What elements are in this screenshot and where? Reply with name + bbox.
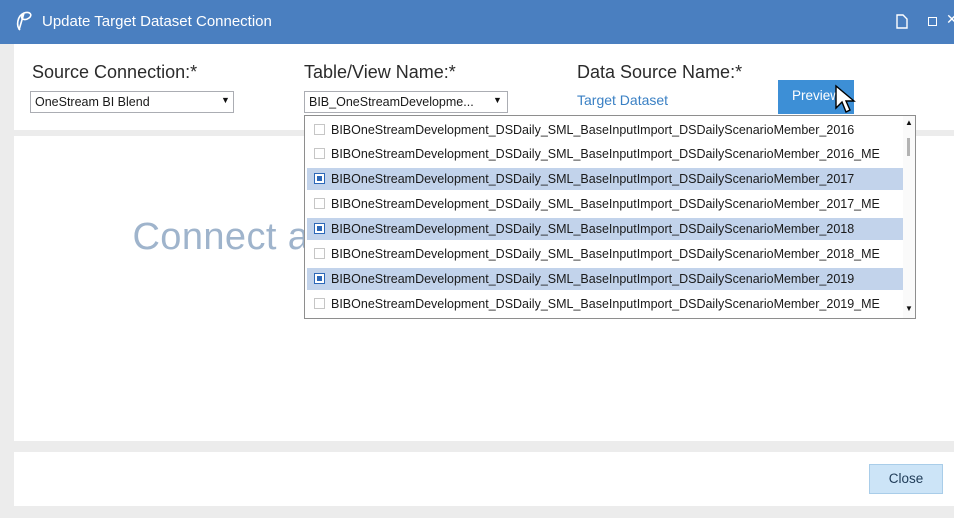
maximize-icon[interactable] <box>928 17 937 26</box>
checkbox[interactable] <box>314 223 325 234</box>
scroll-down-arrow-icon[interactable]: ▼ <box>905 304 913 313</box>
list-item-label: BIBOneStreamDevelopment_DSDaily_SML_Base… <box>331 123 855 137</box>
list-item[interactable]: BIBOneStreamDevelopment_DSDaily_SML_Base… <box>307 119 903 141</box>
title-bar: Update Target Dataset Connection ✕ <box>0 0 954 44</box>
data-source-value[interactable]: Target Dataset <box>577 92 668 108</box>
list-item[interactable]: BIBOneStreamDevelopment_DSDaily_SML_Base… <box>307 193 903 215</box>
close-icon[interactable]: ✕ <box>946 11 954 28</box>
scrollbar-thumb[interactable] <box>907 138 910 156</box>
scroll-up-arrow-icon[interactable]: ▲ <box>905 118 913 127</box>
list-item-label: BIBOneStreamDevelopment_DSDaily_SML_Base… <box>331 147 880 161</box>
checkbox[interactable] <box>314 273 325 284</box>
source-connection-value: OneStream BI Blend <box>35 95 150 109</box>
checkbox[interactable] <box>314 248 325 259</box>
checkbox[interactable] <box>314 198 325 209</box>
onestream-logo-icon <box>16 11 32 31</box>
list-item[interactable]: BIBOneStreamDevelopment_DSDaily_SML_Base… <box>307 168 903 190</box>
list-item[interactable]: BIBOneStreamDevelopment_DSDaily_SML_Base… <box>307 143 903 165</box>
list-item-label: BIBOneStreamDevelopment_DSDaily_SML_Base… <box>331 197 880 211</box>
source-connection-select[interactable]: OneStream BI Blend ▼ <box>30 91 234 113</box>
preview-button-label: Preview <box>792 88 841 103</box>
scrollbar[interactable]: ▲ ▼ <box>903 116 915 318</box>
checkbox[interactable] <box>314 173 325 184</box>
checkbox[interactable] <box>314 124 325 135</box>
data-source-label: Data Source Name:* <box>577 62 743 82</box>
list-item[interactable]: BIBOneStreamDevelopment_DSDaily_SML_Base… <box>307 218 903 240</box>
list-item[interactable]: BIBOneStreamDevelopment_DSDaily_SML_Base… <box>307 293 903 315</box>
list-item[interactable]: BIBOneStreamDevelopment_DSDaily_SML_Base… <box>307 268 903 290</box>
table-view-select[interactable]: BIB_OneStreamDevelopme... ▼ <box>304 91 508 113</box>
checkbox[interactable] <box>314 298 325 309</box>
chevron-down-icon: ▼ <box>221 95 230 105</box>
table-view-value: BIB_OneStreamDevelopme... <box>309 95 474 109</box>
footer-panel: Close <box>14 452 954 506</box>
close-button[interactable]: Close <box>869 464 943 494</box>
list-item-label: BIBOneStreamDevelopment_DSDaily_SML_Base… <box>331 222 855 236</box>
document-icon[interactable] <box>896 13 908 29</box>
list-item[interactable]: BIBOneStreamDevelopment_DSDaily_SML_Base… <box>307 243 903 265</box>
list-item-label: BIBOneStreamDevelopment_DSDaily_SML_Base… <box>331 297 880 311</box>
mouse-cursor-icon <box>835 84 856 113</box>
chevron-down-icon: ▼ <box>493 95 502 105</box>
list-item-label: BIBOneStreamDevelopment_DSDaily_SML_Base… <box>331 272 855 286</box>
checkbox[interactable] <box>314 148 325 159</box>
source-connection-label: Source Connection:* <box>32 62 198 82</box>
table-view-label: Table/View Name:* <box>304 62 456 82</box>
table-view-dropdown-list[interactable]: BIBOneStreamDevelopment_DSDaily_SML_Base… <box>304 115 916 319</box>
window-title: Update Target Dataset Connection <box>42 13 272 30</box>
list-item-label: BIBOneStreamDevelopment_DSDaily_SML_Base… <box>331 172 855 186</box>
list-item-label: BIBOneStreamDevelopment_DSDaily_SML_Base… <box>331 247 880 261</box>
